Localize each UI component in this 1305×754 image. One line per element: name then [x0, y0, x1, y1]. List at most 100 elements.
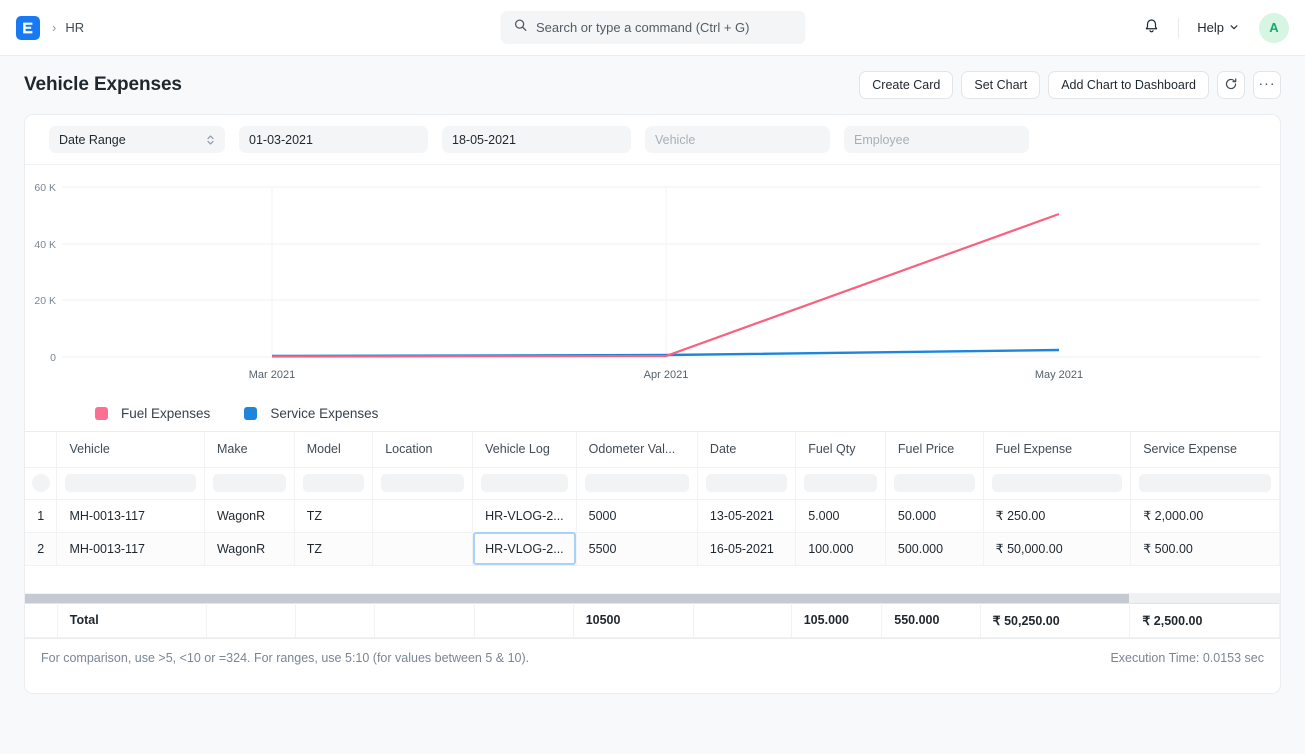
header-fuel-price[interactable]: Fuel Price	[885, 432, 983, 467]
cell-location[interactable]	[373, 532, 473, 565]
header-make[interactable]: Make	[204, 432, 294, 467]
cell-make[interactable]: WagonR	[204, 499, 294, 532]
search-input-placeholder[interactable]: Search or type a command (Ctrl + G)	[536, 20, 750, 35]
filter-cell-index[interactable]	[25, 467, 57, 499]
vehicle-filter-input[interactable]: Vehicle	[645, 126, 830, 153]
total-vehicle-log	[475, 603, 573, 637]
date-range-select[interactable]: Date Range	[49, 126, 225, 153]
datatable-totals: Total 10500 105.000 550.000 ₹ 50,250.00 …	[25, 603, 1280, 638]
horizontal-scrollbar-thumb[interactable]	[25, 594, 1129, 603]
filter-hint-text: For comparison, use >5, <10 or =324. For…	[41, 651, 529, 665]
header-odometer-value[interactable]: Odometer Val...	[576, 432, 697, 467]
table-row[interactable]: 2 MH-0013-117 WagonR TZ HR-VLOG-2... 550…	[25, 532, 1280, 565]
legend-swatch-service	[244, 407, 257, 420]
cell-vehicle[interactable]: MH-0013-117	[57, 499, 204, 532]
total-index	[25, 603, 57, 637]
filter-cell-model[interactable]	[294, 467, 373, 499]
chart-gridlines	[62, 187, 1260, 357]
total-row: Total 10500 105.000 550.000 ₹ 50,250.00 …	[25, 603, 1280, 637]
table-row[interactable]: 1 MH-0013-117 WagonR TZ HR-VLOG-2... 500…	[25, 499, 1280, 532]
filter-cell-vehicle-log[interactable]	[473, 467, 577, 499]
add-chart-to-dashboard-button[interactable]: Add Chart to Dashboard	[1048, 71, 1209, 99]
cell-model[interactable]: TZ	[294, 532, 373, 565]
to-date-input[interactable]: 18-05-2021	[442, 126, 631, 153]
chart-y-ticks: 60 K 40 K 20 K 0	[34, 182, 56, 364]
horizontal-scrollbar[interactable]	[25, 594, 1280, 603]
bell-icon	[1143, 17, 1160, 39]
total-fuel-expense: ₹ 50,250.00	[980, 603, 1130, 637]
header-fuel-qty[interactable]: Fuel Qty	[796, 432, 886, 467]
avatar-initial: A	[1269, 20, 1278, 35]
cell-fuel-expense[interactable]: ₹ 250.00	[983, 499, 1131, 532]
cell-fuel-expense[interactable]: ₹ 50,000.00	[983, 532, 1131, 565]
search-icon	[513, 18, 527, 37]
filter-toggle-circle	[32, 474, 50, 492]
navbar-divider	[1178, 18, 1179, 38]
filter-input-vehicle	[65, 474, 195, 492]
report-card: Date Range 01-03-2021 18-05-2021 Vehicle…	[24, 114, 1281, 694]
legend-item-service-expenses[interactable]: Service Expenses	[244, 406, 378, 421]
employee-filter-placeholder: Employee	[854, 133, 910, 147]
filter-cell-location[interactable]	[373, 467, 473, 499]
avatar[interactable]: A	[1259, 13, 1289, 43]
header-fuel-expense[interactable]: Fuel Expense	[983, 432, 1131, 467]
cell-location[interactable]	[373, 499, 473, 532]
ytick-0: 0	[50, 352, 56, 364]
to-date-value: 18-05-2021	[452, 133, 516, 147]
cell-odometer-value[interactable]: 5000	[576, 499, 697, 532]
cell-model[interactable]: TZ	[294, 499, 373, 532]
cell-fuel-qty[interactable]: 100.000	[796, 532, 886, 565]
header-location[interactable]: Location	[373, 432, 473, 467]
cell-date[interactable]: 16-05-2021	[697, 532, 795, 565]
cell-service-expense[interactable]: ₹ 2,000.00	[1131, 499, 1280, 532]
filter-cell-date[interactable]	[697, 467, 795, 499]
global-search[interactable]: Search or type a command (Ctrl + G)	[500, 11, 805, 44]
page-header: Vehicle Expenses Create Card Set Chart A…	[0, 56, 1305, 114]
header-service-expense[interactable]: Service Expense	[1131, 432, 1280, 467]
filter-cell-fuel-price[interactable]	[885, 467, 983, 499]
total-location	[375, 603, 475, 637]
from-date-input[interactable]: 01-03-2021	[239, 126, 428, 153]
datatable: Vehicle Make Model Location Vehicle Log …	[25, 432, 1280, 566]
refresh-button[interactable]	[1217, 71, 1245, 99]
cell-fuel-price[interactable]: 50.000	[885, 499, 983, 532]
cell-date[interactable]: 13-05-2021	[697, 499, 795, 532]
cell-fuel-qty[interactable]: 5.000	[796, 499, 886, 532]
cell-vehicle[interactable]: MH-0013-117	[57, 532, 204, 565]
datatable-head: Vehicle Make Model Location Vehicle Log …	[25, 432, 1280, 467]
filter-cell-odometer-value[interactable]	[576, 467, 697, 499]
employee-filter-input[interactable]: Employee	[844, 126, 1029, 153]
header-row-index	[25, 432, 57, 467]
breadcrumb-hr[interactable]: HR	[65, 20, 84, 35]
filter-input-model	[303, 474, 365, 492]
notifications-button[interactable]	[1136, 13, 1166, 43]
cell-make[interactable]: WagonR	[204, 532, 294, 565]
cell-vehicle-log[interactable]: HR-VLOG-2...	[473, 532, 577, 565]
erpnext-logo-icon[interactable]	[16, 16, 40, 40]
execution-time: Execution Time: 0.0153 sec	[1110, 651, 1264, 665]
cell-row-index: 2	[25, 532, 57, 565]
header-date[interactable]: Date	[697, 432, 795, 467]
filter-cell-fuel-qty[interactable]	[796, 467, 886, 499]
header-vehicle-log[interactable]: Vehicle Log	[473, 432, 577, 467]
total-odometer-value: 10500	[573, 603, 694, 637]
breadcrumb-separator-icon: ›	[52, 20, 56, 35]
cell-vehicle-log[interactable]: HR-VLOG-2...	[473, 499, 577, 532]
legend-item-fuel-expenses[interactable]: Fuel Expenses	[95, 406, 210, 421]
help-menu-button[interactable]: Help	[1191, 16, 1245, 39]
filter-cell-service-expense[interactable]	[1131, 467, 1280, 499]
datatable-footer: For comparison, use >5, <10 or =324. For…	[25, 638, 1280, 678]
cell-fuel-price[interactable]: 500.000	[885, 532, 983, 565]
more-options-button[interactable]: ···	[1253, 71, 1281, 99]
header-model[interactable]: Model	[294, 432, 373, 467]
total-make	[206, 603, 296, 637]
set-chart-button[interactable]: Set Chart	[961, 71, 1040, 99]
header-vehicle[interactable]: Vehicle	[57, 432, 204, 467]
cell-odometer-value[interactable]: 5500	[576, 532, 697, 565]
cell-service-expense[interactable]: ₹ 500.00	[1131, 532, 1280, 565]
filter-cell-vehicle[interactable]	[57, 467, 204, 499]
filter-cell-make[interactable]	[204, 467, 294, 499]
filter-input-make	[213, 474, 286, 492]
create-card-button[interactable]: Create Card	[859, 71, 953, 99]
filter-cell-fuel-expense[interactable]	[983, 467, 1131, 499]
